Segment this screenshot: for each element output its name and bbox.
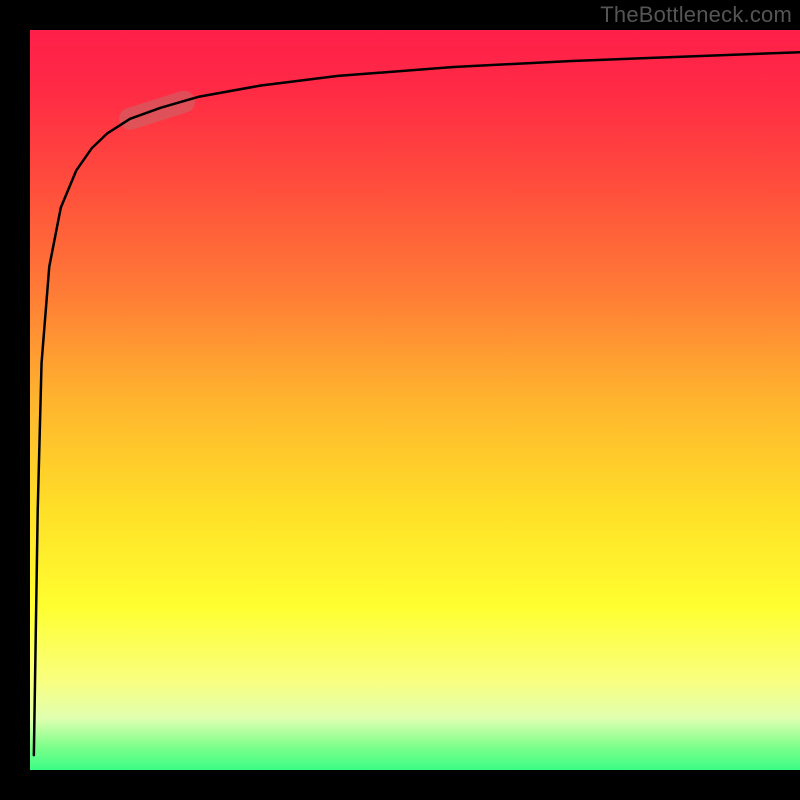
data-curve: [34, 52, 800, 755]
chart-svg: [30, 30, 800, 770]
chart-plot-area: [30, 30, 800, 770]
watermark-text: TheBottleneck.com: [600, 2, 792, 28]
